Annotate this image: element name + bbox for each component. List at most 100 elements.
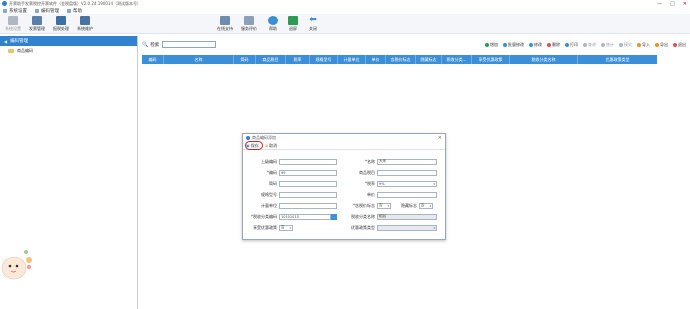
column-header[interactable]: 编码: [142, 55, 164, 64]
sidebar-header[interactable]: ◀ 编码管理: [0, 36, 137, 46]
toolbar-invoice-management[interactable]: 发票管理: [26, 16, 48, 32]
delete-icon: [547, 42, 551, 47]
column-header[interactable]: 简码: [234, 55, 256, 64]
print-button[interactable]: 打印: [565, 42, 578, 48]
toolbar-tax-processing[interactable]: 报税处理: [50, 16, 72, 32]
preferential-select[interactable]: 否 ▾: [279, 224, 293, 231]
import-button[interactable]: 导入: [637, 42, 650, 48]
field-tax-rate: *税率 9% ▾: [341, 180, 437, 187]
import-icon: [637, 42, 641, 47]
action-label: 增加: [490, 41, 498, 47]
action-label: 修改: [534, 41, 542, 47]
name-input[interactable]: 大米: [377, 158, 437, 165]
field-label: 享受优惠政策: [253, 224, 277, 230]
toolbar-online-support[interactable]: 在线支持: [214, 16, 236, 32]
export-button[interactable]: 导出: [655, 42, 668, 48]
search-input[interactable]: [162, 41, 217, 48]
column-header[interactable]: 含税价标志: [386, 55, 416, 64]
field-name: *名称 大米: [341, 158, 437, 165]
cancel-button[interactable]: ⊗ 取消: [265, 143, 277, 149]
column-header[interactable]: 隐藏标志: [416, 55, 442, 64]
field-label: *含税价标志: [353, 202, 375, 208]
app-logo-icon: [2, 1, 7, 6]
unit-price-input[interactable]: [377, 191, 437, 198]
menu-help[interactable]: 帮助: [67, 8, 82, 14]
preferential-type-select[interactable]: ▾: [377, 224, 437, 231]
chevron-down-icon: ▾: [433, 181, 435, 186]
hidden-flag-select[interactable]: 否 ▾: [419, 202, 433, 209]
tax-class-code-input[interactable]: 10101010: [279, 213, 331, 220]
chevron-down-icon: ▾: [433, 225, 435, 230]
unit-input[interactable]: [279, 202, 337, 209]
field-label: 优惠政策类型: [351, 224, 375, 230]
toolbar-close[interactable]: ⬅ 关闭: [302, 16, 324, 32]
cancel-label: 取消: [269, 142, 278, 148]
toolbar-system-maintenance[interactable]: 系统维护: [74, 16, 96, 32]
field-unit: 计量单位: [245, 202, 337, 209]
toolbar-label: 发票管理: [29, 26, 45, 31]
column-header[interactable]: 规格型号: [310, 55, 338, 64]
delete-button[interactable]: 删除: [547, 42, 560, 48]
short-code-input[interactable]: [279, 180, 337, 187]
tax-rate-select[interactable]: 9% ▾: [377, 180, 437, 187]
tree-item-label: 商品编码: [17, 47, 33, 53]
stats-button[interactable]: 统计: [601, 42, 614, 48]
column-header[interactable]: 享受优惠政策: [472, 55, 510, 64]
invoice-icon: [32, 16, 42, 25]
dialog-titlebar: 商品编码添加 ×: [243, 134, 445, 142]
tax-item-input[interactable]: [377, 169, 437, 176]
toolbar-service-rating[interactable]: 服务评价: [238, 16, 260, 32]
column-header[interactable]: 单价: [366, 55, 386, 64]
spec-input[interactable]: [279, 191, 337, 198]
preferential-value: 否: [281, 225, 285, 229]
menu-system-settings[interactable]: 系统设置: [3, 8, 27, 14]
collapse-arrow-icon[interactable]: ◀: [4, 39, 7, 44]
column-header[interactable]: 税率: [286, 55, 310, 64]
settings-icon: [8, 16, 18, 25]
edit-button[interactable]: 修改: [529, 42, 542, 48]
column-header[interactable]: 计量单位: [338, 55, 366, 64]
code-input[interactable]: 99: [279, 169, 337, 176]
window-titlebar: 开票助手发票税控开票软件（金税盘版）V2.0.24.190014（测试版本号） …: [0, 0, 690, 7]
action-label: 模式: [624, 41, 632, 47]
field-label: 单价: [367, 191, 375, 197]
toolbar-system-settings[interactable]: 系统设置: [2, 16, 24, 32]
field-label: 上级编码: [261, 158, 277, 164]
dialog-close-icon[interactable]: ×: [438, 135, 442, 141]
help-icon: [268, 16, 278, 25]
lookup-button[interactable]: …: [331, 213, 337, 220]
sidebar-header-label: 编码管理: [10, 39, 29, 44]
add-button[interactable]: 增加: [485, 42, 498, 48]
field-unit-price: 单价: [341, 191, 437, 198]
field-tax-class-name: 税收分类名称 稻谷: [341, 213, 437, 220]
field-tax-class-code: *税收分类编码 10101010 …: [245, 213, 337, 220]
action-label: 退出: [678, 41, 686, 47]
app-logo-icon: [246, 136, 250, 140]
column-header[interactable]: 税收分类名称: [510, 55, 578, 64]
parent-code-input[interactable]: [279, 158, 337, 165]
field-label: *编码: [267, 169, 277, 175]
field-label: *税收分类编码: [251, 213, 277, 219]
query-button[interactable]: 查询: [583, 42, 596, 48]
menu-label: 编码管理: [41, 8, 59, 14]
tree-item-product-codes[interactable]: 商品编码: [0, 46, 137, 55]
exit-button[interactable]: 退出: [673, 42, 686, 48]
mode-button[interactable]: 模式: [619, 42, 632, 48]
column-header[interactable]: 优惠政策类型: [578, 55, 657, 64]
toolbar-label: 在线支持: [217, 26, 233, 31]
export-icon: [655, 42, 659, 47]
menu-label: 系统设置: [9, 8, 27, 14]
column-header[interactable]: 商品税目: [256, 55, 286, 64]
query-icon: [583, 42, 587, 47]
incl-tax-select[interactable]: 否 ▾: [377, 202, 391, 209]
toolbar-screen[interactable]: 退屏: [282, 16, 304, 32]
field-label: 商品税目: [359, 169, 375, 175]
menu-code-management[interactable]: 编码管理: [35, 8, 59, 14]
column-header[interactable]: 名称: [164, 55, 234, 64]
column-header[interactable]: 税收分类...: [442, 55, 472, 64]
edit-icon: [529, 42, 533, 47]
toolbar-help[interactable]: 帮助: [262, 16, 284, 32]
toolbar-label: 系统维护: [77, 26, 93, 31]
batch-edit-button[interactable]: 批量修改: [503, 42, 524, 48]
action-label: 导入: [642, 41, 650, 47]
